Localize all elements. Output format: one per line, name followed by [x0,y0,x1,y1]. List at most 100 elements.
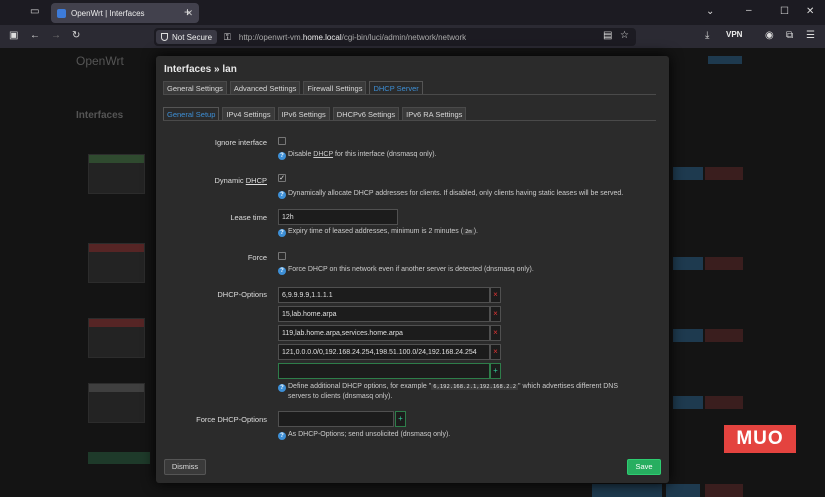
permissions-key-icon[interactable]: ⚿ [224,32,231,43]
help-icon: ? [278,432,286,440]
url-text[interactable]: http://openwrt-vm.home.local/cgi-bin/luc… [239,33,466,42]
background-delete-button [705,167,743,180]
background-brand: OpenWrt [76,54,124,68]
minimize-icon[interactable]: – [746,6,752,16]
add-option-button[interactable]: + [490,363,501,379]
add-force-option-button[interactable]: + [395,411,406,427]
remove-option-button[interactable]: × [490,306,501,322]
force-help: ? Force DHCP on this network even if anot… [278,265,534,275]
tab-advanced-settings[interactable]: Advanced Settings [229,81,301,94]
muo-watermark-logo: MUO [724,425,796,453]
help-icon: ? [278,267,286,275]
tab-overview-icon[interactable]: ▭ [30,7,39,17]
ignore-interface-label: Ignore interface [214,138,267,147]
bookmark-star-icon[interactable]: ☆ [620,31,629,41]
background-delete-button [705,396,743,409]
modal-title: Interfaces » lan [164,64,237,75]
ignore-interface-checkbox[interactable] [278,137,286,145]
remove-option-button[interactable]: × [490,325,501,341]
sidebar-icon[interactable]: ▣ [9,31,18,41]
remove-option-button[interactable]: × [490,287,501,303]
force-dhcp-options-help: ? As DHCP-Options; send unsolicited (dnsm… [278,430,450,440]
tab-dhcp-server[interactable]: DHCP Server [369,81,423,94]
dhcp-option-input[interactable]: 6,9.9.9.9,1.1.1.1 [278,287,490,303]
menu-icon[interactable]: ☰ [806,31,815,41]
extensions-icon[interactable]: ⧉ [786,31,793,41]
openwrt-favicon [57,8,66,18]
background-reset-button [705,484,743,497]
background-save-button [666,484,700,497]
save-button[interactable]: Save [627,459,661,475]
help-icon: ? [278,152,286,160]
subtab-ipv4-settings[interactable]: IPv4 Settings [222,107,275,120]
background-interface-box [88,243,145,283]
dismiss-button[interactable]: Dismiss [164,459,206,475]
force-label: Force [247,253,267,262]
force-dhcp-options-label: Force DHCP-Options [196,415,267,424]
new-tab-icon[interactable]: + [184,6,191,18]
force-dhcp-options-input[interactable] [278,411,394,427]
dynamic-dhcp-label: Dynamic DHCP [214,176,267,185]
back-icon[interactable]: ← [30,31,40,41]
background-section-title: Interfaces [76,110,124,121]
help-icon: ? [278,229,286,237]
dynamic-dhcp-help: ? Dynamically allocate DHCP addresses for… [278,189,623,199]
maximize-icon[interactable]: ☐ [780,7,789,17]
background-interface-box [88,154,145,194]
background-interface-box [88,318,145,358]
background-edit-button [673,329,703,342]
dhcp-options-help: ? Define additional DHCP options, for exa… [278,382,618,402]
browser-tab-bar: ▭ OpenWrt | Interfaces ✕ + ⌄ – ☐ ✕ [0,0,825,25]
shield-icon [161,33,168,41]
sub-tabs: General Setup IPv4 Settings IPv6 Setting… [163,107,656,121]
url-prefix: http://openwrt-vm. [238,32,303,42]
ignore-interface-help: ? Disable DHCP for this interface (dnsmas… [278,150,437,160]
background-delete-button [705,257,743,270]
help-icon: ? [278,191,286,199]
url-path: /cgi-bin/luci/admin/network/network [341,32,467,42]
url-host: home.local [302,32,342,42]
reader-view-icon[interactable]: ▤ [603,31,612,41]
browser-tab[interactable]: OpenWrt | Interfaces ✕ [51,3,199,23]
dynamic-dhcp-checkbox[interactable]: ✓ [278,174,286,182]
subtab-ipv6-settings[interactable]: IPv6 Settings [277,107,330,120]
background-edit-button [673,167,703,180]
main-tabs: General Settings Advanced Settings Firew… [163,81,656,95]
vpn-button[interactable]: VPN [726,30,742,39]
dhcp-option-input[interactable]: 119,lab.home.arpa,services.home.arpa [278,325,490,341]
lease-time-help: ? Expiry time of leased addresses, minimu… [278,227,478,237]
dhcp-option-input[interactable]: 121,0.0.0.0/0,192.168.24.254,198.51.100.… [278,344,490,360]
browser-nav-bar: ▣ ← → ↻ Not Secure ⚿ http://openwrt-vm.h… [0,25,825,48]
subtab-ipv6-ra-settings[interactable]: IPv6 RA Settings [402,107,467,120]
dhcp-option-input[interactable]: 15,lab.home.arpa [278,306,490,322]
new-dhcp-option-input[interactable] [278,363,490,379]
tab-title: OpenWrt | Interfaces [71,8,145,18]
lease-time-input[interactable]: 12h [278,209,398,225]
remove-option-button[interactable]: × [490,344,501,360]
interface-edit-modal: Interfaces » lan General Settings Advanc… [156,56,669,483]
dhcp-options-label: DHCP-Options [217,290,267,299]
tab-general-settings[interactable]: General Settings [163,81,227,94]
subtab-dhcpv6-settings[interactable]: DHCPv6 Settings [332,107,400,120]
forward-icon[interactable]: → [51,31,61,41]
not-secure-badge[interactable]: Not Secure [156,30,218,44]
downloads-icon[interactable]: ⤓ [705,31,709,41]
lease-time-label: Lease time [230,213,267,222]
list-tabs-icon[interactable]: ⌄ [706,7,714,17]
background-edit-button [673,257,703,270]
background-edit-button [673,396,703,409]
force-checkbox[interactable] [278,252,286,260]
subtab-general-setup[interactable]: General Setup [163,107,220,120]
url-bar[interactable]: Not Secure ⚿ http://openwrt-vm.home.loca… [154,28,636,46]
reload-icon[interactable]: ↻ [72,31,80,41]
background-interface-box [88,383,145,423]
help-icon: ? [278,384,286,392]
tab-firewall-settings[interactable]: Firewall Settings [303,81,367,94]
background-save-apply-button [592,484,662,497]
background-add-interface-button [88,452,150,464]
background-delete-button [705,329,743,342]
background-status-badge [708,56,742,64]
not-secure-label: Not Secure [172,32,213,42]
window-close-icon[interactable]: ✕ [806,7,814,17]
account-icon[interactable]: ◉ [765,31,774,41]
